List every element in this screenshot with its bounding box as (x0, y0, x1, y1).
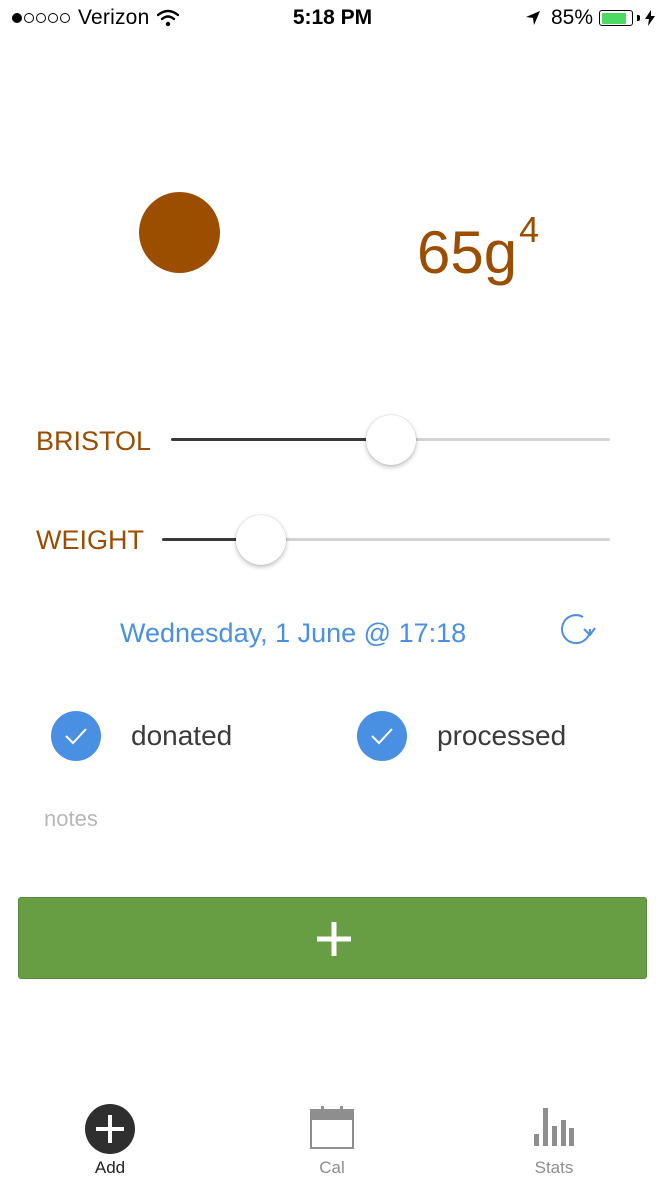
notes-field[interactable]: notes (44, 806, 98, 832)
date-time-button[interactable]: Wednesday, 1 June @ 17:18 (120, 618, 466, 649)
donated-checkbox[interactable] (51, 711, 101, 761)
weight-slider-thumb[interactable] (235, 515, 286, 565)
battery-fill (601, 12, 627, 24)
tab-cal-label: Cal (319, 1158, 345, 1177)
status-bar-right: 85% (525, 6, 655, 30)
battery-tip (637, 15, 640, 21)
refresh-icon[interactable] (557, 612, 597, 648)
bristol-slider-thumb[interactable] (365, 415, 416, 465)
checkmark-icon (371, 728, 393, 745)
bristol-slider-fill (171, 438, 391, 441)
stool-color-indicator (139, 192, 220, 273)
tab-cal[interactable]: Cal (272, 1100, 392, 1180)
bristol-superscript: 4 (519, 209, 540, 250)
weight-value: 65g (417, 219, 518, 286)
weight-display: 65g4 (417, 209, 540, 286)
weight-label: WEIGHT (36, 525, 144, 555)
bristol-label: BRISTOL (36, 426, 152, 456)
checkmark-icon (65, 728, 87, 745)
tab-stats[interactable]: Stats (494, 1100, 614, 1180)
processed-checkbox[interactable] (357, 711, 407, 761)
processed-label: processed (437, 720, 567, 751)
tab-add-label: Add (94, 1158, 126, 1177)
battery-icon (599, 10, 633, 26)
status-bar: Verizon 5:18 PM 85% (0, 0, 665, 38)
weight-slider[interactable] (162, 538, 610, 541)
calendar-icon (310, 1106, 354, 1149)
tab-stats-label: Stats (534, 1158, 574, 1177)
add-circle-icon (85, 1104, 135, 1154)
location-arrow-icon (525, 11, 540, 25)
battery-percent: 85% (550, 6, 593, 29)
charging-bolt-icon (645, 10, 655, 26)
donated-label: donated (131, 720, 233, 751)
bar-chart-icon (534, 1108, 574, 1146)
tab-add[interactable]: Add (50, 1100, 170, 1180)
plus-icon (317, 922, 351, 956)
add-entry-button[interactable] (18, 897, 647, 979)
